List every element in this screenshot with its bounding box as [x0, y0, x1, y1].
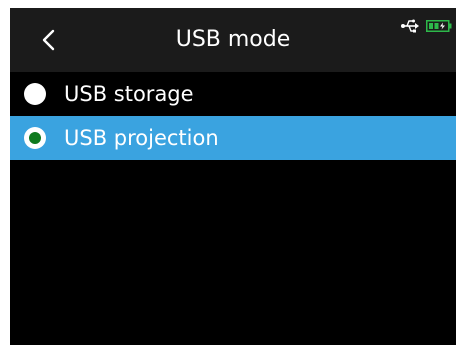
header-bar: USB mode [10, 8, 456, 72]
page-title: USB mode [175, 27, 291, 52]
radio-selected[interactable] [24, 127, 46, 149]
battery-charging-icon [426, 20, 452, 32]
radio-unselected[interactable] [24, 83, 46, 105]
option-label: USB projection [64, 126, 219, 150]
option-usb-projection[interactable]: USB projection [10, 116, 456, 160]
usb-mode-options: USB storage USB projection [10, 72, 456, 160]
device-screen: USB mode USB storage USB projection [10, 8, 456, 345]
usb-icon [401, 19, 419, 33]
option-label: USB storage [64, 82, 194, 106]
option-usb-storage[interactable]: USB storage [10, 72, 456, 116]
radio-dot [29, 132, 41, 144]
